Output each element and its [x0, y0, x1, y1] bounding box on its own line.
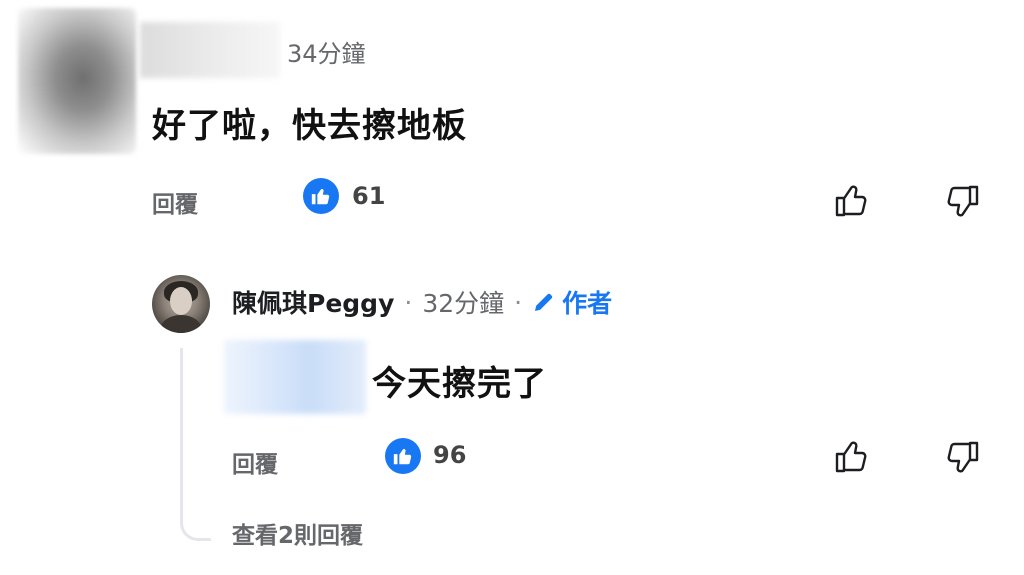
- pencil-icon: [535, 293, 553, 311]
- separator: ·: [404, 287, 413, 317]
- view-replies-link[interactable]: 查看2則回覆: [232, 516, 363, 550]
- thumbs-up-icon: [385, 438, 421, 474]
- avatar[interactable]: [152, 275, 210, 333]
- like-count: 61: [352, 182, 386, 210]
- thumbs-up-outline-icon[interactable]: [832, 436, 872, 476]
- reply-button[interactable]: 回覆: [232, 445, 278, 479]
- reply-header: 陳佩琪Peggy · 32分鐘 · 作者: [232, 284, 612, 320]
- separator: ·: [514, 287, 523, 317]
- reply-text: 今天擦完了: [372, 364, 547, 404]
- comment-timestamp: 34分鐘: [287, 40, 366, 68]
- author-badge: 作者: [532, 284, 612, 320]
- thumbs-up-icon: [303, 178, 339, 214]
- reply-timestamp: 32分鐘: [422, 289, 505, 318]
- thumbs-down-outline-icon[interactable]: [942, 438, 982, 478]
- blurred-avatar[interactable]: [18, 8, 136, 154]
- comment-thread: 34分鐘 好了啦，快去擦地板 回覆 61 陳佩琪Peggy · 32分鐘 · 作…: [0, 0, 1024, 575]
- author-name[interactable]: 陳佩琪Peggy: [232, 284, 394, 320]
- blurred-username[interactable]: [140, 22, 280, 78]
- thumbs-down-outline-icon[interactable]: [942, 182, 982, 222]
- reply-button[interactable]: 回覆: [152, 185, 198, 219]
- comment-text: 好了啦，快去擦地板: [152, 106, 467, 146]
- author-badge-label: 作者: [562, 289, 613, 318]
- blurred-mention[interactable]: [224, 340, 366, 414]
- thumbs-up-outline-icon[interactable]: [832, 180, 872, 220]
- like-count: 96: [433, 441, 467, 469]
- thread-connector: [180, 348, 211, 541]
